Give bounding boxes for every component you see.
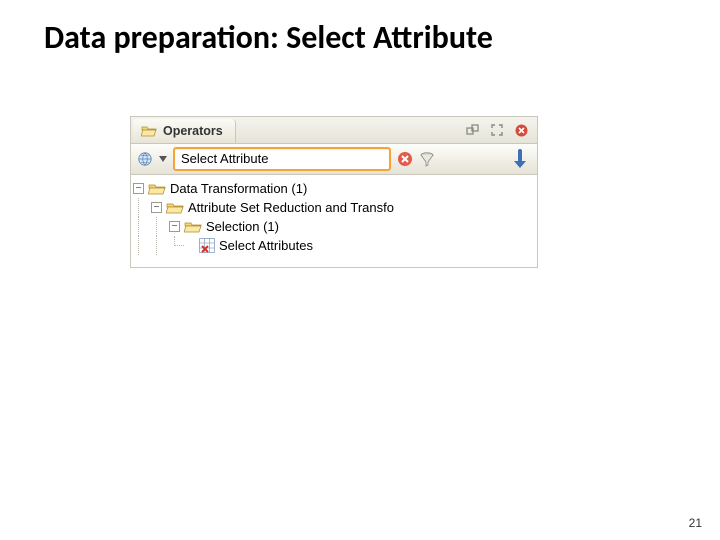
tree-leaf[interactable]: Select Attributes bbox=[131, 236, 537, 255]
tree-node-label: Attribute Set Reduction and Transfo bbox=[188, 200, 394, 215]
filter-icon[interactable] bbox=[419, 151, 435, 167]
tab-operators[interactable]: Operators bbox=[133, 119, 236, 143]
folder-icon bbox=[184, 219, 202, 234]
panel-header-actions bbox=[457, 117, 537, 143]
collapse-icon[interactable] bbox=[133, 183, 144, 194]
search-input-text: Select Attribute bbox=[181, 151, 268, 166]
tree-node[interactable]: Selection (1) bbox=[131, 217, 537, 236]
dropdown-icon[interactable] bbox=[159, 151, 167, 167]
folder-open-icon bbox=[141, 123, 157, 139]
page-number: 21 bbox=[689, 516, 702, 530]
sort-arrow-icon[interactable] bbox=[509, 148, 531, 170]
operator-icon bbox=[199, 238, 215, 253]
folder-icon bbox=[148, 181, 166, 196]
collapse-icon[interactable] bbox=[151, 202, 162, 213]
clear-search-icon[interactable] bbox=[397, 151, 413, 167]
collapse-icon[interactable] bbox=[169, 221, 180, 232]
panel-header: Operators bbox=[131, 117, 537, 144]
detach-icon[interactable] bbox=[465, 122, 481, 138]
tree-node-label: Data Transformation (1) bbox=[170, 181, 307, 196]
tab-label: Operators bbox=[163, 124, 223, 138]
tree-node[interactable]: Attribute Set Reduction and Transfo bbox=[131, 198, 537, 217]
folder-icon bbox=[166, 200, 184, 215]
tree-node-label: Selection (1) bbox=[206, 219, 279, 234]
globe-icon[interactable] bbox=[137, 151, 153, 167]
search-input[interactable]: Select Attribute bbox=[173, 147, 391, 171]
operator-tree: Data Transformation (1) Attribute Set Re… bbox=[131, 175, 537, 267]
close-icon[interactable] bbox=[513, 122, 529, 138]
tree-leaf-label: Select Attributes bbox=[219, 238, 313, 253]
panel-toolbar: Select Attribute bbox=[131, 144, 537, 175]
tree-node[interactable]: Data Transformation (1) bbox=[131, 179, 537, 198]
operators-panel: Operators bbox=[130, 116, 538, 268]
slide-title: Data preparation: Select Attribute bbox=[0, 0, 720, 57]
maximize-icon[interactable] bbox=[489, 122, 505, 138]
